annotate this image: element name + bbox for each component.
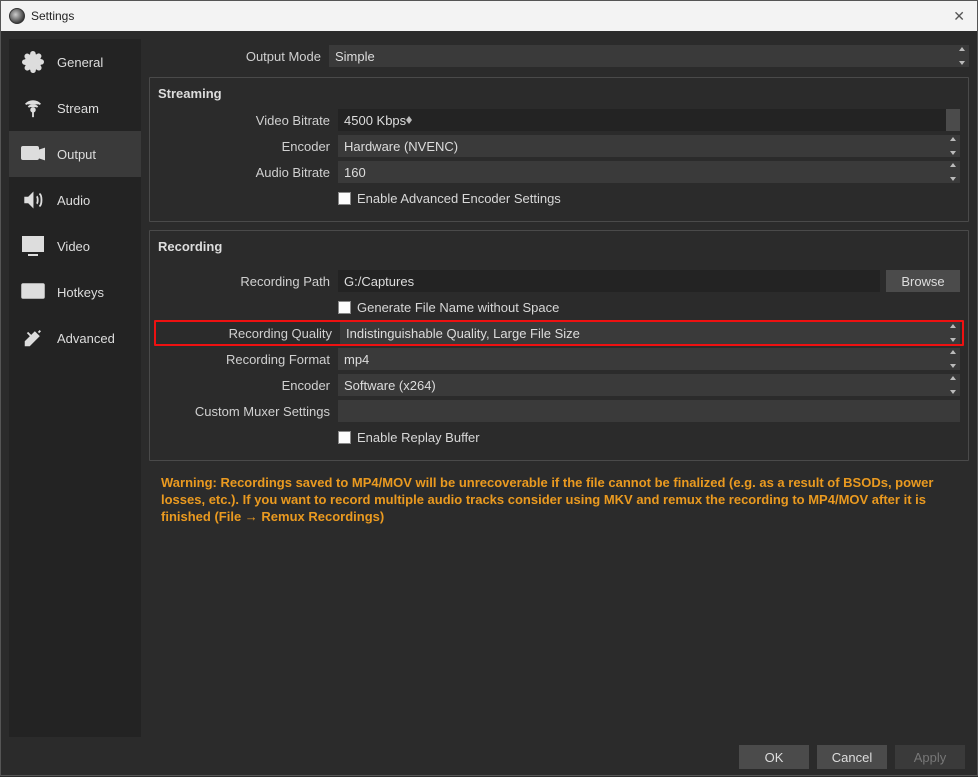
tools-icon [19,327,47,349]
browse-button[interactable]: Browse [886,270,960,292]
streaming-encoder-select[interactable]: Hardware (NVENC) [338,135,960,157]
enable-advanced-encoder-checkbox[interactable] [338,192,351,205]
chevron-updown-icon [948,324,958,342]
output-mode-select[interactable]: Simple [329,45,969,67]
sidebar-item-label: Stream [57,101,99,116]
recording-encoder-label: Encoder [158,378,338,393]
custom-muxer-input[interactable] [338,400,960,422]
sidebar-item-label: Audio [57,193,90,208]
output-mode-value: Simple [335,49,375,64]
sidebar-item-hotkeys[interactable]: Hotkeys [9,269,141,315]
sidebar-item-video[interactable]: Video [9,223,141,269]
recording-quality-select[interactable]: Indistinguishable Quality, Large File Si… [340,322,960,344]
settings-sidebar: General Stream Output Audio Video [9,39,141,737]
sidebar-item-label: Video [57,239,90,254]
recording-quality-row: Recording Quality Indistinguishable Qual… [154,320,964,346]
generate-filename-no-space-label: Generate File Name without Space [357,300,559,315]
sidebar-item-label: General [57,55,103,70]
video-bitrate-input[interactable]: 4500 Kbps [338,109,960,131]
sidebar-item-audio[interactable]: Audio [9,177,141,223]
sidebar-item-output[interactable]: Output [9,131,141,177]
custom-muxer-label: Custom Muxer Settings [158,404,338,419]
streaming-group: Streaming Video Bitrate 4500 Kbps Encode… [149,77,969,222]
keyboard-icon [19,283,47,301]
sidebar-item-general[interactable]: General [9,39,141,85]
streaming-encoder-label: Encoder [158,139,338,154]
recording-path-input[interactable]: G:/Captures [338,270,880,292]
recording-title: Recording [158,237,960,260]
recording-group: Recording Recording Path G:/Captures Bro… [149,230,969,461]
audio-bitrate-label: Audio Bitrate [158,165,338,180]
chevron-updown-icon [406,116,412,124]
dialog-footer: OK Cancel Apply [1,737,977,777]
close-icon[interactable]: ✕ [949,8,969,25]
streaming-encoder-value: Hardware (NVENC) [344,139,458,154]
video-bitrate-value: 4500 Kbps [344,113,406,128]
output-mode-label: Output Mode [149,49,329,64]
mp4-warning-text: Warning: Recordings saved to MP4/MOV wil… [149,469,969,526]
recording-format-value: mp4 [344,352,369,367]
title-bar: Settings ✕ [1,1,977,31]
window-title: Settings [31,9,74,23]
recording-encoder-value: Software (x264) [344,378,436,393]
enable-advanced-encoder-label: Enable Advanced Encoder Settings [357,191,561,206]
sidebar-item-label: Advanced [57,331,115,346]
cancel-button[interactable]: Cancel [817,745,887,769]
ok-button[interactable]: OK [739,745,809,769]
sidebar-item-stream[interactable]: Stream [9,85,141,131]
audio-bitrate-select[interactable]: 160 [338,161,960,183]
chevron-updown-icon [948,163,958,181]
chevron-updown-icon [948,350,958,368]
recording-format-label: Recording Format [158,352,338,367]
recording-path-value: G:/Captures [344,274,414,289]
recording-format-select[interactable]: mp4 [338,348,960,370]
recording-quality-label: Recording Quality [158,326,340,341]
audio-icon [19,189,47,211]
broadcast-icon [19,97,47,119]
chevron-updown-icon [948,137,958,155]
output-icon [19,144,47,164]
sidebar-item-advanced[interactable]: Advanced [9,315,141,361]
sidebar-item-label: Hotkeys [57,285,104,300]
enable-replay-buffer-label: Enable Replay Buffer [357,430,480,445]
streaming-title: Streaming [158,84,960,107]
generate-filename-no-space-checkbox[interactable] [338,301,351,314]
monitor-icon [19,235,47,257]
video-bitrate-label: Video Bitrate [158,113,338,128]
chevron-updown-icon [948,376,958,394]
gear-icon [19,51,47,73]
recording-path-label: Recording Path [158,274,338,289]
recording-quality-value: Indistinguishable Quality, Large File Si… [346,326,580,341]
audio-bitrate-value: 160 [344,165,366,180]
output-settings-panel: Output Mode Simple Streaming Video Bitra… [149,39,969,737]
enable-replay-buffer-checkbox[interactable] [338,431,351,444]
chevron-updown-icon [957,47,967,65]
recording-encoder-select[interactable]: Software (x264) [338,374,960,396]
sidebar-item-label: Output [57,147,96,162]
obs-logo-icon [9,8,25,24]
apply-button[interactable]: Apply [895,745,965,769]
